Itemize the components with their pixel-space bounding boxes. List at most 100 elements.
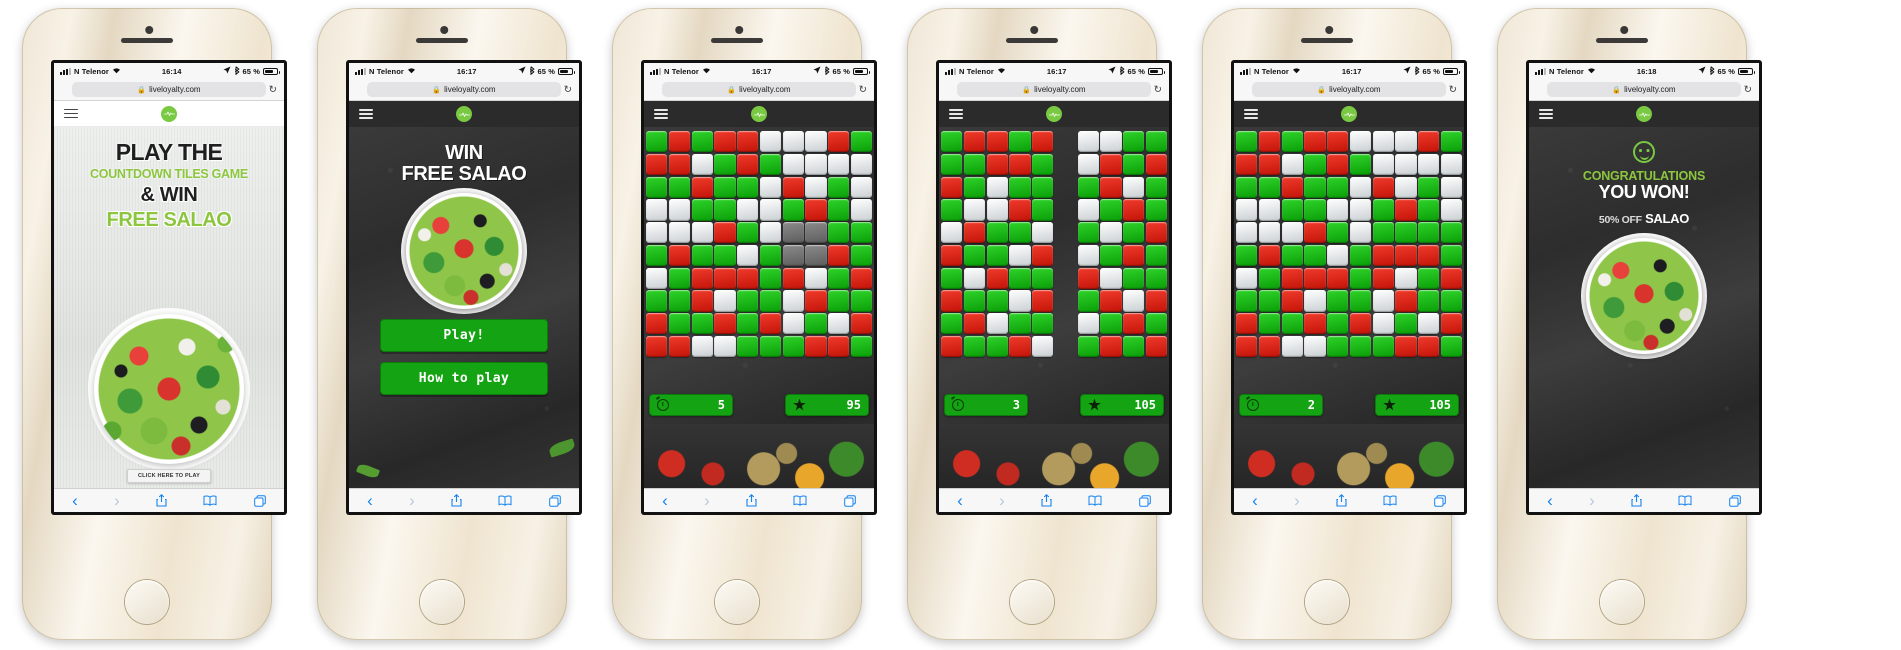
tile[interactable] [828, 313, 850, 335]
reload-icon[interactable]: ↻ [1744, 84, 1752, 95]
tile[interactable] [1304, 267, 1326, 289]
tile[interactable] [1055, 177, 1076, 198]
tile[interactable] [646, 313, 668, 335]
tile[interactable] [1395, 176, 1417, 198]
tile[interactable] [1258, 267, 1280, 289]
tile[interactable] [850, 222, 872, 244]
tile[interactable] [963, 131, 985, 153]
tile[interactable] [1395, 267, 1417, 289]
tile[interactable] [714, 244, 736, 266]
tile[interactable] [691, 222, 713, 244]
tile[interactable] [759, 199, 781, 221]
tile[interactable] [1281, 131, 1303, 153]
tile[interactable] [1372, 131, 1394, 153]
menu-burger-icon[interactable] [949, 109, 963, 119]
tile[interactable] [850, 335, 872, 357]
reload-icon[interactable]: ↻ [859, 84, 867, 95]
tile[interactable] [941, 222, 963, 244]
tile[interactable] [805, 267, 827, 289]
tile[interactable] [782, 335, 804, 357]
tile[interactable] [1100, 335, 1122, 357]
tile[interactable] [986, 244, 1008, 266]
tile[interactable] [850, 290, 872, 312]
tile[interactable] [1145, 313, 1167, 335]
tile[interactable] [1100, 222, 1122, 244]
tabs-icon[interactable] [549, 494, 561, 507]
tile[interactable] [714, 313, 736, 335]
tile[interactable] [986, 313, 1008, 335]
tile[interactable] [714, 131, 736, 153]
tabs-icon[interactable] [1729, 494, 1741, 507]
tile[interactable] [828, 176, 850, 198]
tile[interactable] [941, 176, 963, 198]
tile[interactable] [782, 290, 804, 312]
tile[interactable] [668, 131, 690, 153]
tile[interactable] [1258, 313, 1280, 335]
tile[interactable] [963, 222, 985, 244]
tile[interactable] [1258, 199, 1280, 221]
tile[interactable] [850, 153, 872, 175]
back-button[interactable]: ‹ [957, 492, 963, 509]
tile[interactable] [1327, 153, 1349, 175]
tile[interactable] [828, 335, 850, 357]
url-pill[interactable]: 🔒 liveloyalty.com [662, 82, 856, 97]
tile[interactable] [691, 335, 713, 357]
tabs-icon[interactable] [1139, 494, 1151, 507]
tile[interactable] [1258, 290, 1280, 312]
tile[interactable] [782, 313, 804, 335]
tile[interactable] [1304, 244, 1326, 266]
tile[interactable] [1123, 131, 1145, 153]
tile[interactable] [714, 153, 736, 175]
tile[interactable] [1032, 290, 1054, 312]
tile[interactable] [1032, 199, 1054, 221]
tile[interactable] [714, 335, 736, 357]
tile[interactable] [1009, 199, 1031, 221]
browser-url-bar[interactable]: 🔒 liveloyalty.com ↻ [1529, 79, 1759, 101]
tile[interactable] [1395, 153, 1417, 175]
tile[interactable] [941, 290, 963, 312]
tile[interactable] [759, 244, 781, 266]
tile[interactable] [1032, 267, 1054, 289]
tile[interactable] [1440, 267, 1462, 289]
tile[interactable] [691, 153, 713, 175]
tile[interactable] [1145, 290, 1167, 312]
home-button[interactable] [420, 580, 464, 624]
brand-logo-icon[interactable] [1341, 106, 1357, 122]
tile[interactable] [1304, 290, 1326, 312]
forward-button[interactable]: › [999, 492, 1005, 509]
browser-url-bar[interactable]: 🔒 liveloyalty.com ↻ [939, 79, 1169, 101]
tile[interactable] [1236, 176, 1258, 198]
tile[interactable] [1395, 290, 1417, 312]
tile[interactable] [668, 267, 690, 289]
tile[interactable] [850, 131, 872, 153]
how-to-play-button[interactable]: How to play [380, 362, 548, 395]
tile[interactable] [1258, 131, 1280, 153]
tile[interactable] [805, 244, 827, 266]
tile[interactable] [646, 267, 668, 289]
share-icon[interactable] [1336, 494, 1347, 507]
tile[interactable] [1418, 335, 1440, 357]
tile[interactable] [1440, 244, 1462, 266]
tile[interactable] [668, 199, 690, 221]
tile[interactable] [691, 131, 713, 153]
tile[interactable] [737, 153, 759, 175]
tile-grid[interactable] [939, 131, 1169, 357]
tile[interactable] [1123, 153, 1145, 175]
menu-burger-icon[interactable] [64, 108, 78, 119]
tile[interactable] [1032, 131, 1054, 153]
tile[interactable] [1077, 313, 1099, 335]
tile[interactable] [1327, 131, 1349, 153]
tile[interactable] [1395, 199, 1417, 221]
share-icon[interactable] [1631, 494, 1642, 507]
tile[interactable] [986, 199, 1008, 221]
tile[interactable] [714, 290, 736, 312]
tile[interactable] [1009, 244, 1031, 266]
tile[interactable] [1349, 222, 1371, 244]
tile[interactable] [759, 131, 781, 153]
menu-burger-icon[interactable] [359, 109, 373, 119]
tile[interactable] [805, 153, 827, 175]
tile[interactable] [691, 313, 713, 335]
tile[interactable] [1100, 267, 1122, 289]
tile[interactable] [668, 290, 690, 312]
menu-burger-icon[interactable] [1244, 109, 1258, 119]
